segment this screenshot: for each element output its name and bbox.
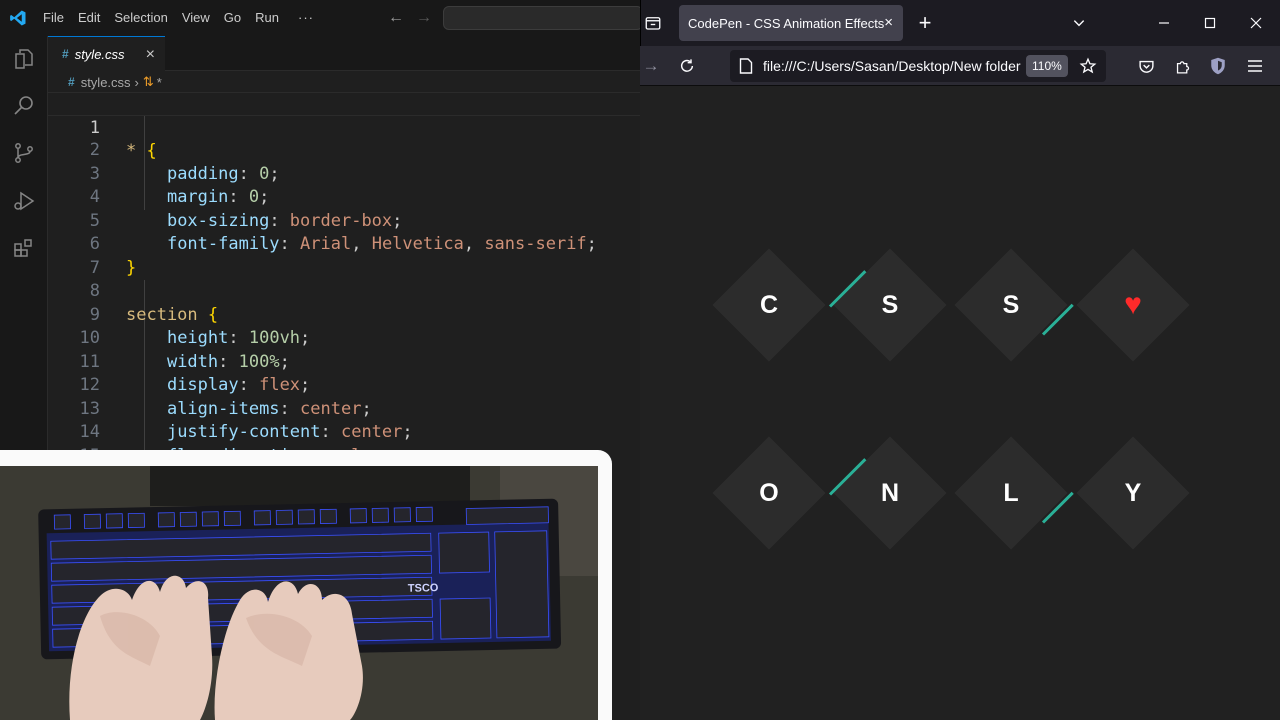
heart-icon: ♥ [1124, 288, 1142, 321]
back-arrow-icon[interactable]: ← [388, 0, 404, 36]
code-editor[interactable]: 1 * { 2 padding: 0; 3 margin: 0; 4 box-s… [48, 92, 640, 490]
code-line: 2 padding: 0; [48, 116, 640, 184]
command-center-search[interactable] [443, 6, 643, 30]
code-line: 8 section { [48, 257, 640, 325]
code-line: 7 [48, 233, 640, 278]
browser-nav-bar: → file:///C:/Users/Sasan/Desktop/New fol… [640, 46, 1280, 86]
menu-edit[interactable]: Edit [71, 0, 107, 36]
css-file-icon: # [68, 75, 75, 89]
menu-file[interactable]: File [36, 0, 71, 36]
minimize-icon[interactable] [1149, 0, 1179, 46]
breadcrumb-file[interactable]: style.css [81, 75, 131, 90]
url-text[interactable]: file:///C:/Users/Sasan/Desktop/New folde… [763, 58, 1021, 74]
run-debug-icon[interactable] [10, 187, 38, 215]
webcam-video: TSCO [0, 466, 598, 720]
menu-view[interactable]: View [175, 0, 217, 36]
activity-bar [0, 36, 48, 450]
source-control-icon[interactable] [10, 139, 38, 167]
close-tab-icon[interactable]: × [884, 5, 893, 41]
chevron-right-icon: › [134, 74, 139, 90]
browser-tab-title: CodePen - CSS Animation Effects [688, 15, 885, 31]
menu-run[interactable]: Run [248, 0, 286, 36]
code-line: 10 width: 100%; [48, 304, 640, 372]
code-line: 15 background-color: #212121; [48, 421, 640, 490]
letter-tile: L [1003, 478, 1019, 507]
forward-arrow-icon[interactable]: → [416, 0, 432, 36]
window-close-icon[interactable] [1241, 0, 1271, 46]
explorer-icon[interactable] [10, 45, 38, 73]
bookmark-star-icon[interactable] [1076, 46, 1100, 86]
page-icon [739, 58, 753, 77]
code-line: 4 box-sizing: border-box; [48, 163, 640, 231]
code-line: 13 justify-content: center; [48, 374, 640, 443]
svg-text:TSCO: TSCO [408, 582, 439, 595]
firefox-view-icon[interactable] [641, 0, 665, 46]
menu-more-icon[interactable]: ··· [286, 0, 326, 36]
letter-tile: S [1002, 290, 1020, 319]
code-line: 6 } [48, 210, 640, 278]
vscode-logo-icon [0, 0, 36, 36]
browser-tab-strip: CodePen - CSS Animation Effects × + [640, 0, 1280, 46]
pocket-icon[interactable] [1134, 46, 1158, 86]
browser-tab-codepen[interactable]: CodePen - CSS Animation Effects × [679, 5, 903, 41]
web-page-content: C S S ♥ O N L Y [640, 86, 1280, 720]
forward-icon[interactable]: → [640, 46, 662, 86]
menu-selection[interactable]: Selection [107, 0, 174, 36]
extensions-puzzle-icon[interactable] [1170, 46, 1194, 86]
browser-window: CodePen - CSS Animation Effects × + → fi… [640, 0, 1280, 720]
search-icon[interactable] [10, 91, 38, 119]
letter-tile: O [759, 478, 779, 507]
css-file-icon: # [62, 47, 69, 61]
menu-go[interactable]: Go [217, 0, 248, 36]
letter-tile: N [880, 478, 900, 507]
webcam-overlay: TSCO [0, 450, 612, 720]
url-bar[interactable]: file:///C:/Users/Sasan/Desktop/New folde… [730, 50, 1106, 82]
code-line: 1 * { [48, 92, 640, 161]
maximize-icon[interactable] [1195, 0, 1225, 46]
breadcrumb: # style.css › ⇅ * [48, 71, 640, 93]
selector-symbol-icon: ⇅ [142, 74, 154, 89]
tab-style-css[interactable]: # style.css × [48, 36, 165, 71]
code-line: 12 align-items: center; [48, 351, 640, 419]
extensions-icon[interactable] [10, 234, 38, 262]
code-line: 5 font-family: Arial, Helvetica, sans-se… [48, 186, 640, 255]
close-icon[interactable]: × [146, 37, 155, 72]
code-line: 11 display: flex; [48, 327, 640, 396]
list-all-tabs-icon[interactable] [1067, 0, 1091, 46]
code-line: 14 flex-direction: column; [48, 398, 640, 466]
tab-label: style.css [74, 46, 125, 62]
code-line: 9 height: 100vh; [48, 280, 640, 349]
editor-tab-bar: # style.css × [48, 36, 640, 71]
letter-tile: Y [1124, 478, 1142, 507]
letter-tile: C [759, 290, 779, 319]
shield-icon[interactable] [1206, 46, 1230, 86]
zoom-level[interactable]: 110% [1026, 55, 1068, 77]
menu-bar: File Edit Selection View Go Run ··· ← → [0, 0, 643, 36]
letter-tile: S [881, 290, 899, 319]
hamburger-menu-icon[interactable] [1243, 46, 1267, 86]
code-line: 3 margin: 0; [48, 139, 640, 208]
new-tab-icon[interactable]: + [913, 0, 937, 46]
reload-icon[interactable] [674, 46, 700, 86]
breadcrumb-symbol[interactable]: * [157, 75, 162, 90]
vscode-window: File Edit Selection View Go Run ··· ← → [0, 0, 643, 720]
